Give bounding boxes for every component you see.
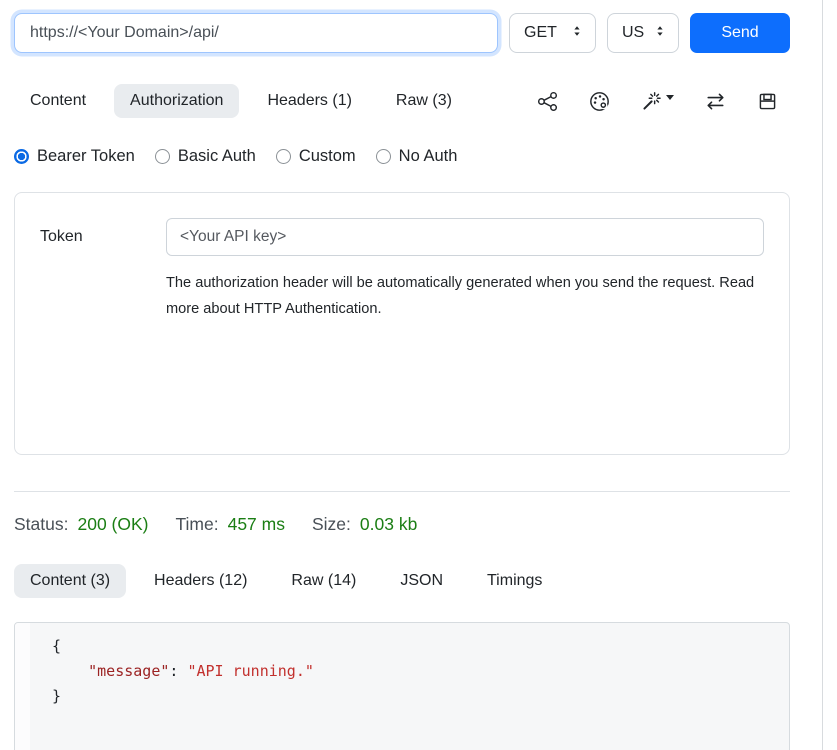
auth-help-text: The authorization header will be automat…: [166, 271, 763, 323]
code-gutter: [15, 623, 30, 750]
tab-headers[interactable]: Headers (1): [251, 84, 367, 118]
radio-icon[interactable]: [376, 149, 391, 164]
swap-arrows-icon[interactable]: [705, 91, 726, 112]
toolbar-icons: [537, 91, 790, 112]
status-value: 200 (OK): [77, 514, 148, 535]
palette-icon[interactable]: [589, 91, 610, 112]
radio-icon[interactable]: [276, 149, 291, 164]
response-json: { "message": "API running."}: [30, 623, 789, 750]
json-colon: :: [169, 662, 187, 680]
auth-option-basic-auth[interactable]: Basic Auth: [155, 147, 256, 166]
size-stat: Size: 0.03 kb: [312, 514, 417, 535]
time-value: 457 ms: [228, 514, 285, 535]
json-close-brace: }: [52, 687, 61, 705]
response-tab-raw[interactable]: Raw (14): [275, 564, 372, 598]
status-stat: Status: 200 (OK): [14, 514, 148, 535]
method-select[interactable]: GET: [509, 13, 596, 53]
radio-icon[interactable]: [155, 149, 170, 164]
auth-option-bearer-token[interactable]: Bearer Token: [14, 147, 135, 166]
status-label: Status:: [14, 514, 68, 535]
tab-raw[interactable]: Raw (3): [380, 84, 468, 118]
radio-selected-icon[interactable]: [14, 149, 29, 164]
response-tab-content[interactable]: Content (3): [14, 564, 126, 598]
token-input[interactable]: [166, 218, 764, 256]
api-tester-screen: GET US Send Content: [0, 0, 837, 750]
bearer-token-panel: Token The authorization header will be a…: [14, 192, 790, 455]
updown-arrows-icon: [570, 24, 584, 43]
response-tab-timings[interactable]: Timings: [471, 564, 558, 598]
request-bar: GET US Send: [14, 13, 790, 53]
method-select-value: GET: [524, 24, 557, 42]
token-label: Token: [40, 228, 166, 246]
json-key: "message": [88, 662, 169, 680]
scrollbar-edge: [822, 0, 823, 750]
auth-option-no-auth[interactable]: No Auth: [376, 147, 458, 166]
auth-option-label: No Auth: [399, 147, 458, 166]
auth-option-label: Basic Auth: [178, 147, 256, 166]
size-label: Size:: [312, 514, 351, 535]
time-stat: Time: 457 ms: [175, 514, 285, 535]
response-tab-json[interactable]: JSON: [384, 564, 459, 598]
response-status-row: Status: 200 (OK) Time: 457 ms Size: 0.03…: [14, 514, 790, 535]
time-label: Time:: [175, 514, 218, 535]
request-tabs: Content Authorization Headers (1) Raw (3…: [14, 84, 468, 118]
auth-option-label: Bearer Token: [37, 147, 135, 166]
response-body-panel: { "message": "API running."}: [14, 622, 790, 750]
updown-arrows-icon: [653, 24, 667, 43]
json-indent: [52, 662, 88, 680]
send-button[interactable]: Send: [690, 13, 790, 53]
response-tab-headers[interactable]: Headers (12): [138, 564, 263, 598]
url-input[interactable]: [14, 13, 498, 53]
section-divider: [14, 491, 790, 492]
region-select-value: US: [622, 24, 644, 42]
tab-content[interactable]: Content: [14, 84, 102, 118]
auth-option-custom[interactable]: Custom: [276, 147, 356, 166]
request-tabs-row: Content Authorization Headers (1) Raw (3…: [14, 84, 790, 118]
json-open-brace: {: [52, 637, 61, 655]
chevron-down-icon: [666, 95, 674, 100]
save-icon[interactable]: [757, 91, 778, 112]
auth-option-label: Custom: [299, 147, 356, 166]
response-tabs: Content (3) Headers (12) Raw (14) JSON T…: [14, 564, 790, 598]
share-icon[interactable]: [537, 91, 558, 112]
auth-type-options: Bearer Token Basic Auth Custom No Auth: [14, 147, 790, 166]
tab-authorization[interactable]: Authorization: [114, 84, 239, 118]
region-select[interactable]: US: [607, 13, 679, 53]
size-value: 0.03 kb: [360, 514, 417, 535]
magic-wand-icon[interactable]: [641, 91, 674, 112]
json-value: "API running.": [187, 662, 313, 680]
